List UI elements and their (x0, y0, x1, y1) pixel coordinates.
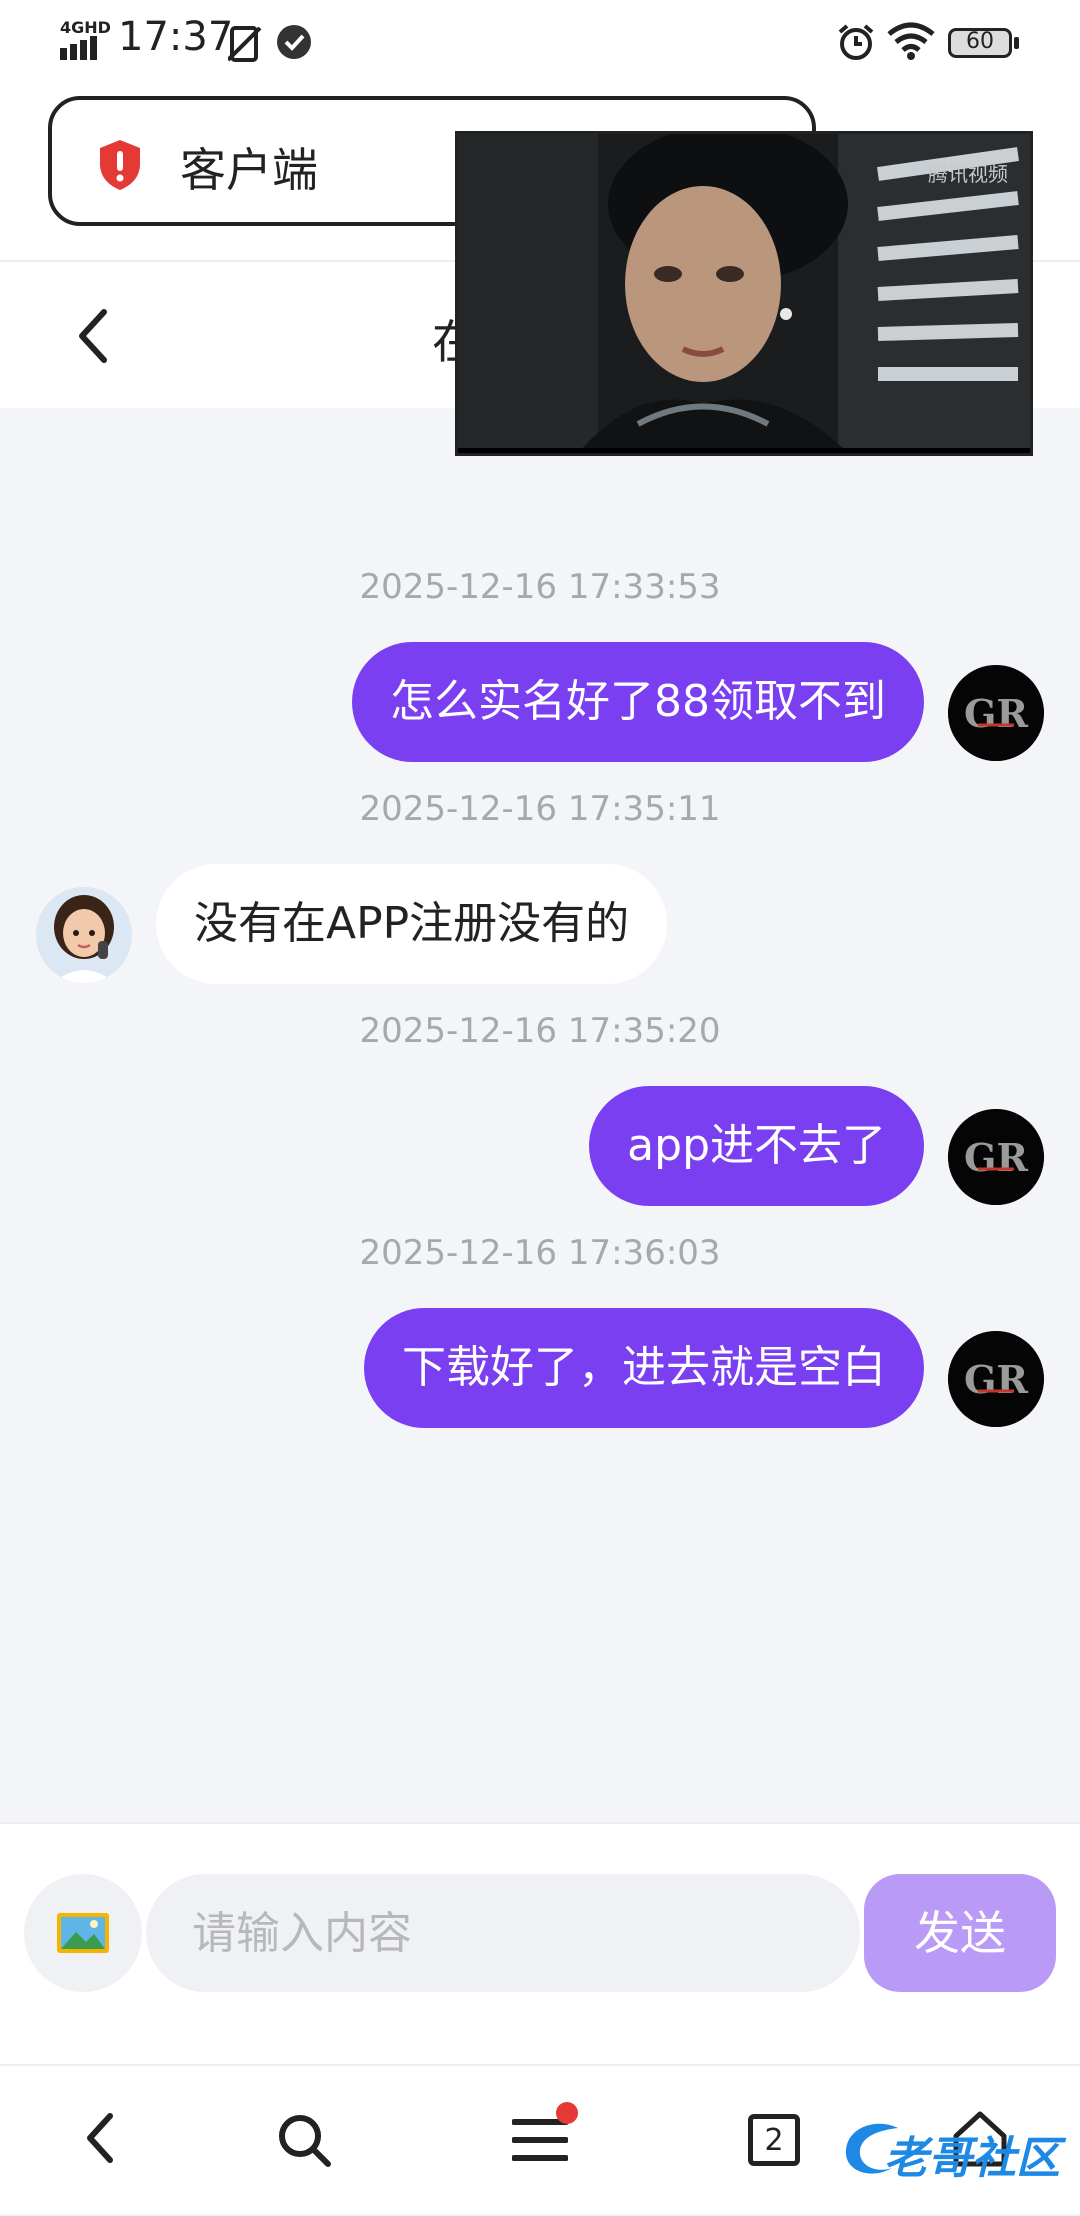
image-upload-button[interactable] (24, 1874, 142, 1992)
video-progress-bar (458, 448, 1030, 453)
nav-tabs-button[interactable]: 2 (714, 2066, 834, 2216)
tabs-icon: 2 (748, 2114, 800, 2166)
community-watermark-logo: 老哥社区 (838, 2118, 1068, 2188)
floating-video-player[interactable]: 腾讯视频 (455, 131, 1033, 456)
status-bar: 4GHD 17:37 60 (0, 0, 1080, 88)
message-timestamp: 2025-12-16 17:33:53 (359, 567, 721, 607)
back-icon (87, 2113, 113, 2163)
network-label: 4GHD (60, 18, 111, 37)
battery-icon: 60 (948, 28, 1012, 58)
alarm-icon (838, 24, 874, 60)
battery-tip (1014, 37, 1019, 49)
nav-back-button[interactable] (40, 2066, 160, 2216)
send-button[interactable]: 发送 (864, 1874, 1056, 1992)
user-avatar: GR (948, 665, 1044, 761)
status-time: 17:37 (118, 14, 234, 60)
message-bubble-received[interactable]: 没有在APP注册没有的 (156, 864, 668, 984)
gtr-logo-icon: GR (948, 1109, 1044, 1205)
svg-text:GR: GR (964, 691, 1028, 736)
menu-icon (512, 2119, 568, 2161)
battery-level: 60 (966, 29, 994, 54)
image-icon (57, 1913, 109, 1953)
nav-search-button[interactable] (242, 2066, 362, 2216)
user-avatar: GR (948, 1331, 1044, 1427)
signal-icon (60, 36, 97, 60)
watermark-text: 老哥社区 (884, 2133, 1060, 2184)
message-timestamp: 2025-12-16 17:36:03 (359, 1233, 721, 1273)
search-icon (279, 2115, 331, 2167)
page-title: 客户端 (180, 143, 318, 197)
agent-avatar (36, 887, 132, 983)
wifi-icon (887, 22, 935, 60)
gtr-logo-icon: GR (948, 665, 1044, 761)
gtr-logo-icon: GR (948, 1331, 1044, 1427)
message-bubble-sent[interactable]: 下载好了，进去就是空白 (364, 1308, 924, 1428)
message-bubble-sent[interactable]: app进不去了 (589, 1086, 924, 1206)
notification-dot (556, 2102, 578, 2124)
message-composer: 发送 (0, 1822, 1080, 2064)
tab-count: 2 (764, 2123, 784, 2158)
back-arrow-icon[interactable] (74, 308, 114, 364)
no-sim-icon (228, 26, 262, 62)
check-badge-icon (277, 25, 311, 59)
svg-text:GR: GR (964, 1135, 1028, 1180)
message-input[interactable] (146, 1874, 860, 1992)
nav-menu-button[interactable] (480, 2066, 600, 2216)
support-agent-icon (36, 887, 132, 983)
message-timestamp: 2025-12-16 17:35:11 (359, 789, 721, 829)
browser-bottom-nav: 2 老哥社区 (0, 2064, 1080, 2214)
message-timestamp: 2025-12-16 17:35:20 (359, 1011, 721, 1051)
video-watermark: 腾讯视频 (928, 162, 1008, 186)
svg-text:GR: GR (964, 1357, 1028, 1402)
user-avatar: GR (948, 1109, 1044, 1205)
message-bubble-sent[interactable]: 怎么实名好了88领取不到 (352, 642, 924, 762)
shield-warning-icon (100, 140, 140, 190)
